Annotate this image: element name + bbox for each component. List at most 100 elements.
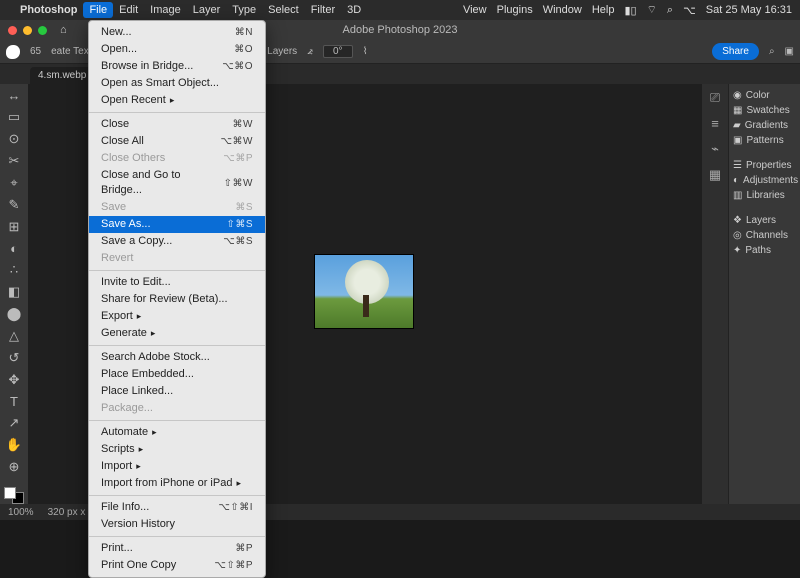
panel-layers[interactable]: ❖Layers <box>733 215 796 226</box>
menu-item-label: Generate <box>101 326 155 341</box>
panel-color[interactable]: ◉Color <box>733 90 796 101</box>
menu-item-share-for-review-beta[interactable]: Share for Review (Beta)... <box>89 291 265 308</box>
zoom-window-icon[interactable] <box>38 26 47 35</box>
menu-item-browse-in-bridge[interactable]: Browse in Bridge...⌥⌘O <box>89 58 265 75</box>
traffic-lights[interactable] <box>8 26 47 35</box>
brush-tool-icon[interactable]: ◐ <box>5 241 23 256</box>
panel-libraries[interactable]: ▥Libraries <box>733 190 796 201</box>
history-brush-icon[interactable]: ◧ <box>5 284 23 300</box>
zoom-tool-icon[interactable]: ⊕ <box>5 459 23 475</box>
panel-properties[interactable]: ☰Properties <box>733 160 796 171</box>
marquee-tool-icon[interactable]: ▭ <box>5 109 23 125</box>
workspace-icon[interactable]: ▣ <box>785 46 794 57</box>
menu-item-place-embedded[interactable]: Place Embedded... <box>89 366 265 383</box>
menu-item-open-recent[interactable]: Open Recent <box>89 92 265 109</box>
menu-item-close-and-go-to-bridge[interactable]: Close and Go to Bridge...⇧⌘W <box>89 167 265 199</box>
paths-icon: ✦ <box>733 245 741 256</box>
search-icon[interactable]: ⌕ <box>667 4 673 17</box>
type-tool-icon[interactable]: T <box>5 394 23 409</box>
properties-icon: ☰ <box>733 160 742 171</box>
menu-item-label: Close All <box>101 134 144 149</box>
menu-item-open-as-smart-object[interactable]: Open as Smart Object... <box>89 75 265 92</box>
menu-select[interactable]: Select <box>268 4 299 16</box>
frame-tool-icon[interactable]: ⌖ <box>5 175 23 191</box>
menu-filter[interactable]: Filter <box>311 4 335 16</box>
battery-icon: ▮▯ <box>624 4 636 17</box>
panel-gradients[interactable]: ▰Gradients <box>733 120 796 131</box>
healing-tool-icon[interactable]: ⊞ <box>5 219 23 235</box>
search-tool-icon[interactable]: ⌕ <box>769 46 775 57</box>
tools-panel: ↔ ▭ ⊙ ✂ ⌖ ✎ ⊞ ◐ ∴ ◧ ⬤ △ ↺ ✥ T ↗ ✋ ⊕ <box>0 84 28 504</box>
menu-item-print-one-copy[interactable]: Print One Copy⌥⇧⌘P <box>89 557 265 574</box>
right-panels: ◉Color ▦Swatches ▰Gradients ▣Patterns ☰P… <box>728 84 800 504</box>
menu-item-revert: Revert <box>89 250 265 267</box>
menu-item-close-all[interactable]: Close All⌥⌘W <box>89 133 265 150</box>
menu-item-export[interactable]: Export <box>89 308 265 325</box>
menu-item-generate[interactable]: Generate <box>89 325 265 342</box>
foreground-color-icon[interactable] <box>4 487 16 499</box>
menu-item-file-info[interactable]: File Info...⌥⇧⌘I <box>89 499 265 516</box>
menu-help[interactable]: Help <box>592 4 615 16</box>
menu-item-scripts[interactable]: Scripts <box>89 441 265 458</box>
minimize-window-icon[interactable] <box>23 26 32 35</box>
control-center-icon[interactable]: ⌥ <box>683 4 696 17</box>
eyedropper-tool-icon[interactable]: ✎ <box>5 197 23 213</box>
document-image[interactable] <box>314 254 414 329</box>
share-button[interactable]: Share <box>712 43 759 60</box>
menu-item-version-history[interactable]: Version History <box>89 516 265 533</box>
panel-icon-4[interactable]: ▦ <box>709 167 721 183</box>
move-tool-icon[interactable]: ↔ <box>5 88 23 103</box>
brush-size[interactable]: 65 <box>30 46 41 57</box>
brush-preview-icon[interactable] <box>6 45 20 59</box>
menu-item-shortcut: ⇧⌘S <box>226 217 253 232</box>
color-swatches[interactable] <box>4 487 24 504</box>
home-icon[interactable]: ⌂ <box>60 24 67 36</box>
lasso-tool-icon[interactable]: ⊙ <box>5 131 23 147</box>
app-name[interactable]: Photoshop <box>20 4 77 16</box>
panel-icon-3[interactable]: ⌁ <box>711 141 719 157</box>
menu-item-import-from-iphone-or-ipad[interactable]: Import from iPhone or iPad <box>89 475 265 492</box>
panel-icon-2[interactable]: ≡ <box>711 116 719 131</box>
blur-tool-icon[interactable]: ↺ <box>5 350 23 366</box>
menu-item-print[interactable]: Print...⌘P <box>89 540 265 557</box>
panel-swatches[interactable]: ▦Swatches <box>733 105 796 116</box>
pen-tool-icon[interactable]: ↗ <box>5 415 23 431</box>
doc-tab-name: 4.sm.webp <box>38 70 86 81</box>
menu-item-save-as[interactable]: Save As...⇧⌘S <box>89 216 265 233</box>
menu-item-place-linked[interactable]: Place Linked... <box>89 383 265 400</box>
menu-window[interactable]: Window <box>543 4 582 16</box>
menu-item-import[interactable]: Import <box>89 458 265 475</box>
menu-type[interactable]: Type <box>232 4 256 16</box>
eraser-tool-icon[interactable]: ⬤ <box>5 306 23 322</box>
panel-icon-1[interactable]: ⎚ <box>710 90 720 106</box>
close-window-icon[interactable] <box>8 26 17 35</box>
menu-3d[interactable]: 3D <box>347 4 361 16</box>
pressure-icon[interactable]: ⌇ <box>363 46 368 57</box>
panel-adjustments[interactable]: ◐Adjustments <box>733 175 796 186</box>
menu-item-open[interactable]: Open...⌘O <box>89 41 265 58</box>
crop-tool-icon[interactable]: ✂ <box>5 153 23 169</box>
menu-item-search-adobe-stock[interactable]: Search Adobe Stock... <box>89 349 265 366</box>
zoom-level[interactable]: 100% <box>8 507 34 518</box>
gradient-tool-icon[interactable]: △ <box>5 328 23 344</box>
dodge-tool-icon[interactable]: ✥ <box>5 372 23 388</box>
menu-item-invite-to-edit[interactable]: Invite to Edit... <box>89 274 265 291</box>
clock[interactable]: Sat 25 May 16:31 <box>706 4 792 16</box>
menu-item-label: Search Adobe Stock... <box>101 350 210 365</box>
menu-item-new[interactable]: New...⌘N <box>89 24 265 41</box>
hand-tool-icon[interactable]: ✋ <box>5 437 23 453</box>
menu-image[interactable]: Image <box>150 4 181 16</box>
menu-item-close[interactable]: Close⌘W <box>89 116 265 133</box>
menu-layer[interactable]: Layer <box>193 4 221 16</box>
menu-view[interactable]: View <box>463 4 487 16</box>
stamp-tool-icon[interactable]: ∴ <box>5 262 23 278</box>
panel-patterns[interactable]: ▣Patterns <box>733 135 796 146</box>
angle-input[interactable]: 0° <box>323 45 353 58</box>
panel-channels[interactable]: ◎Channels <box>733 230 796 241</box>
menu-item-automate[interactable]: Automate <box>89 424 265 441</box>
panel-paths[interactable]: ✦Paths <box>733 245 796 256</box>
menu-edit[interactable]: Edit <box>119 4 138 16</box>
menu-item-save-a-copy[interactable]: Save a Copy...⌥⌘S <box>89 233 265 250</box>
menu-file[interactable]: File <box>83 2 113 18</box>
menu-plugins[interactable]: Plugins <box>497 4 533 16</box>
